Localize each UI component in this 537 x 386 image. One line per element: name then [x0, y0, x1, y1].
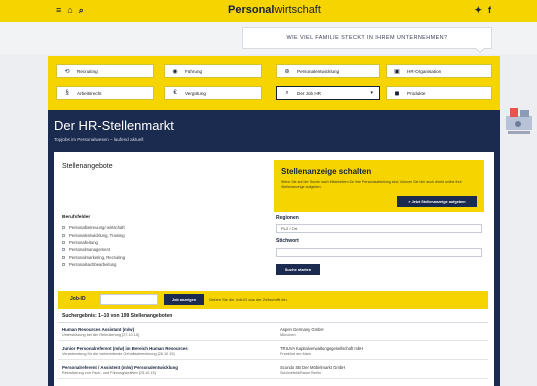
nav-label: Personalentwicklung — [297, 68, 340, 74]
recruiting-icon: ⟲ — [64, 68, 70, 75]
company-name: Scondo SB Der Möbelmarkt GmbH — [280, 365, 346, 370]
region-input-value: PLZ / Ort — [281, 226, 298, 231]
nav-label: Führung — [185, 68, 203, 74]
job-title-link[interactable]: Human Resources Assistant (m/w) — [62, 327, 134, 332]
organisation-icon: ▣ — [394, 68, 400, 75]
checkbox[interactable] — [62, 263, 65, 267]
search-icon[interactable]: ⌕ — [79, 5, 84, 16]
nav-produkte[interactable]: ◼ Produkte — [386, 86, 492, 100]
nav-arbeitsrecht[interactable]: § Arbeitsrecht — [56, 86, 154, 100]
development-icon: ⊛ — [284, 68, 290, 75]
ad-banner-text: WIE VIEL FAMILIE STECKT IN IHREM UNTERNE… — [286, 35, 448, 41]
job-icon: ⌕ — [285, 89, 289, 96]
nav-verguetung[interactable]: € Vergütung — [164, 86, 262, 100]
nav-label: Produkte — [407, 90, 426, 96]
nav-der-job-hr[interactable]: ⌕ Der Job HR ▾ — [276, 86, 380, 100]
page-subtitle: Topjobs im Personalwesen – laufend aktue… — [54, 137, 144, 142]
promo-title: Stellenanzeige schalten — [281, 167, 372, 176]
table-row[interactable]: Junior Personalreferent (m/w) im Bereich… — [58, 344, 488, 360]
products-icon: ◼ — [394, 90, 400, 97]
berufsfeld-option[interactable]: Personalbetreuung/-wirtschaft — [62, 224, 125, 231]
jobid-input[interactable] — [100, 294, 158, 305]
berufsfeld-option[interactable]: Personalleitung — [62, 239, 125, 246]
checkbox[interactable] — [62, 233, 65, 237]
nav-label: Vergütung — [185, 90, 206, 96]
option-label: Personalmarketing, Recruiting — [69, 254, 126, 260]
post-job-button[interactable]: » Jetzt Stellenanzeige aufgeben — [397, 196, 477, 207]
topbar-right-icons: ✦ f — [474, 5, 491, 16]
page-title: Der HR-Stellenmarkt — [54, 118, 174, 133]
berufsfeld-option[interactable]: Personalmanagement — [62, 246, 125, 253]
job-title-link[interactable]: Junior Personalreferent (m/w) im Bereich… — [62, 346, 188, 351]
paragraph-icon: § — [65, 90, 69, 96]
euro-icon: € — [173, 90, 177, 96]
illustration-roof-left — [510, 108, 518, 117]
job-summary: Unterstützung bei der Rekrutierung [27.1… — [62, 333, 140, 337]
table-row[interactable]: Personalreferent / Assistent (m/w) Perso… — [58, 363, 488, 379]
ad-banner[interactable]: WIE VIEL FAMILIE STECKT IN IHREM UNTERNE… — [242, 27, 492, 54]
top-bar: ≡ ⌂ ⌕ Personalwirtschaft ✦ f — [0, 0, 537, 22]
search-button[interactable]: Suche starten — [276, 264, 320, 275]
nav-hr-organisation[interactable]: ▣ HR-Organisation — [386, 64, 492, 78]
stichwort-label: Stichwort — [276, 238, 299, 244]
berufsfeld-option[interactable]: Personalsachbearbeitung — [62, 261, 125, 268]
berufsfelder-list: Personalbetreuung/-wirtschaft Personalen… — [62, 224, 125, 268]
illustration-window — [515, 121, 521, 127]
berufsfeld-option[interactable]: Personalentwicklung, Training — [62, 231, 125, 238]
illustration-base — [508, 131, 530, 134]
nav-label: Arbeitsrecht — [77, 90, 102, 96]
nav-label: HR-Organisation — [407, 68, 442, 74]
option-label: Personalmanagement — [69, 247, 110, 253]
brand-rest: wirtschaft — [274, 4, 321, 16]
checkbox[interactable] — [62, 240, 65, 244]
nav-recruiting[interactable]: ⟲ Recruiting — [56, 64, 154, 78]
option-label: Personalentwicklung, Training — [69, 232, 125, 238]
checkbox[interactable] — [62, 248, 65, 252]
menu-icon[interactable]: ≡ — [56, 5, 61, 16]
keyword-input[interactable] — [276, 248, 482, 257]
leadership-icon: ◉ — [172, 68, 178, 75]
facebook-icon[interactable]: f — [488, 5, 491, 16]
job-summary: Rekrutierung von Fach- und Führungskräft… — [62, 371, 156, 375]
checkbox[interactable] — [62, 226, 65, 230]
side-illustration — [506, 108, 532, 134]
twitter-icon[interactable]: ✦ — [474, 5, 482, 16]
region-input[interactable]: PLZ / Ort — [276, 224, 482, 233]
nav-personalentwicklung[interactable]: ⊛ Personalentwicklung — [276, 64, 380, 78]
topbar-left-icons: ≡ ⌂ ⌕ — [56, 5, 84, 16]
job-title-link[interactable]: Personalreferent / Assistent (m/w) Perso… — [62, 365, 178, 370]
job-location: Schönefeld/Raum Berlin — [280, 371, 321, 375]
jobid-hint: Geben Sie die Job-ID aus der Zeitschrift… — [209, 297, 288, 302]
divider — [58, 322, 488, 323]
jobid-label: Job-ID — [70, 296, 86, 302]
job-summary: Verantwortung für die vorbereitende Geha… — [62, 352, 175, 356]
chevron-down-icon: ▾ — [370, 90, 373, 96]
job-location: Frankfurt am Main — [280, 352, 311, 356]
checkbox[interactable] — [62, 255, 65, 259]
option-label: Personalbetreuung/-wirtschaft — [69, 225, 125, 231]
option-label: Personalleitung — [69, 239, 98, 245]
job-location: München — [280, 333, 296, 337]
home-icon[interactable]: ⌂ — [67, 5, 72, 16]
berufsfelder-label: Berufsfelder — [62, 215, 91, 220]
results-heading: Suchergebnis: 1–10 von 199 Stellenangebo… — [62, 313, 173, 319]
nav-label: Recruiting — [77, 68, 98, 74]
company-name: TRIUVA Kapitalverwaltungsgesellschaft mb… — [280, 346, 364, 351]
nav-fuehrung[interactable]: ◉ Führung — [164, 64, 262, 78]
berufsfeld-option[interactable]: Personalmarketing, Recruiting — [62, 254, 125, 261]
company-name: Aspen Germany GmbH — [280, 327, 324, 332]
nav-label: Der Job HR — [297, 90, 321, 96]
table-row[interactable]: Human Resources Assistant (m/w) Unterstü… — [58, 325, 488, 341]
promo-text: Wenn Sie auf der Suche nach Mitarbeitern… — [281, 180, 462, 189]
regionen-label: Regionen — [276, 215, 299, 221]
show-job-button[interactable]: Job anzeigen — [164, 294, 204, 305]
illustration-roof-right — [520, 110, 529, 117]
section-title: Stellenangebote — [62, 163, 113, 170]
brand-bold: Personal — [228, 4, 275, 16]
option-label: Personalsachbearbeitung — [69, 262, 117, 268]
site-logo[interactable]: Personalwirtschaft — [228, 4, 321, 16]
